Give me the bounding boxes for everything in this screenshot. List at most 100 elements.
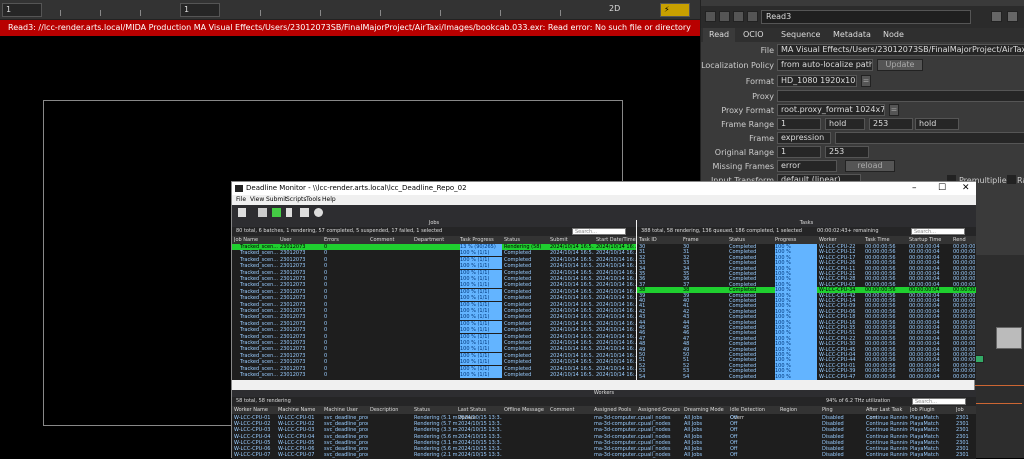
tasks-col-6[interactable]: Startup Time (909, 236, 951, 244)
proxy-format-dropdown[interactable]: root.proxy_format 1024x778 (777, 104, 885, 116)
workers-col-10[interactable]: Dreaming Mode (684, 406, 728, 414)
job-row[interactable]: Tracked_scen... 23012073 0 100 % (1/1) Compl… (232, 359, 636, 366)
job-row[interactable]: Tracked_scen... 23012073 0 100 % (1/1) Compl… (232, 256, 636, 263)
help-icon[interactable] (733, 11, 744, 22)
job-row[interactable]: Tracked_scen... 23012073 0 100 % (1/1) Compl… (232, 282, 636, 289)
node-name-field[interactable]: Read3 (761, 10, 971, 24)
job-row[interactable]: Tracked_scen... 23012073 0 100 % (1/1) Compl… (232, 269, 636, 276)
tab-node[interactable]: Node (877, 28, 910, 42)
maximize-icon[interactable]: ☐ (938, 182, 946, 195)
workers-col-1[interactable]: Machine Name (278, 406, 322, 414)
job-row[interactable]: Tracked_scen... 23012073 0 100 % (1/1) Compl… (232, 301, 636, 308)
tab-read[interactable]: Read (703, 28, 736, 42)
proxy-field[interactable] (777, 90, 1024, 102)
job-row[interactable]: Tracked_scen... 23012073 0 100 % (1/1) Compl… (232, 314, 636, 321)
tab-sequence[interactable]: Sequence (775, 28, 826, 42)
close-icon[interactable] (705, 11, 716, 22)
frame-mode-dropdown[interactable]: expression (777, 132, 831, 144)
zoom-field[interactable]: 1 (180, 3, 220, 17)
tasks-col-3[interactable]: Progress (775, 236, 817, 244)
job-row[interactable]: Tracked_scen... 23012073 0 100 % (1/1) Compl… (232, 308, 636, 314)
job-row[interactable]: Tracked_scen... 23012073 0 100 % (1/1) Compl… (232, 320, 636, 327)
job-row[interactable]: Tracked_scen... 23012073 0 100 % (1/1) Compl… (232, 263, 636, 270)
menu-submit[interactable]: Submit (266, 195, 287, 205)
worker-row[interactable]: W-LCC-CPU-06 W-LCC-CPU-06 svc_deadline_pro… (232, 446, 976, 452)
workers-col-0[interactable]: Worker Name (234, 406, 278, 414)
update-button[interactable]: Update (877, 59, 923, 71)
workers-col-16[interactable]: Job (956, 406, 976, 414)
workers-col-7[interactable]: Comment (550, 406, 592, 414)
job-row[interactable]: Tracked_scen... 23012073 0 100 % (1/1) Compl… (232, 365, 636, 372)
eye-icon[interactable] (719, 11, 730, 22)
workers-col-8[interactable]: Assigned Pools (594, 406, 638, 414)
workers-col-13[interactable]: Ping (822, 406, 864, 414)
jobs-col-6[interactable]: Status (504, 236, 548, 244)
job-row[interactable]: Tracked_scen... 23012073 0 100 % (1/1) Compl… (232, 346, 636, 353)
job-row[interactable]: Tracked_scen... 23012073 0 100 % (1/1) Compl… (232, 352, 636, 359)
jobs-col-5[interactable]: Task Progress (460, 236, 502, 244)
viewer-left-value[interactable]: 1 (2, 3, 42, 17)
frame-range-start[interactable]: 1 (777, 118, 821, 130)
tasks-col-2[interactable]: Status (729, 236, 773, 244)
worker-row[interactable]: W-LCC-CPU-01 W-LCC-CPU-01 svc_deadline_pro… (232, 415, 976, 421)
jobs-search[interactable]: Search... (572, 228, 626, 235)
job-row[interactable]: Tracked_scen... 23012073 0 100 % (1/1) Compl… (232, 250, 636, 257)
frame-range-end[interactable]: 253 (869, 118, 913, 130)
gear-icon[interactable] (314, 208, 323, 217)
tasks-col-7[interactable]: Rend (953, 236, 975, 244)
folder-icon[interactable] (258, 208, 267, 217)
pages-icon[interactable] (300, 208, 309, 217)
bookmark-icon[interactable] (286, 208, 292, 217)
menu-view[interactable]: View (250, 195, 264, 205)
worker-row[interactable]: W-LCC-CPU-04 W-LCC-CPU-04 svc_deadline_pro… (232, 434, 976, 440)
tasks-col-0[interactable]: Task ID (639, 236, 681, 244)
minimize-icon[interactable]: – (912, 182, 917, 195)
workers-col-15[interactable]: Job Plugin (910, 406, 954, 414)
job-row[interactable]: Tracked_scen... 23012073 0 13 % (90/265) Ren… (232, 244, 636, 250)
float-icon[interactable] (991, 11, 1002, 22)
reload-button[interactable]: reload (845, 160, 895, 172)
format-dropdown[interactable]: HD_1080 1920x1080 (777, 75, 857, 87)
tasks-search[interactable]: Search... (911, 228, 965, 235)
hold-after-dropdown[interactable]: hold (915, 118, 959, 130)
menu-scripts[interactable]: Scripts (286, 195, 307, 205)
monitor-icon[interactable] (238, 208, 246, 217)
submit-icon[interactable] (272, 208, 281, 217)
menu-file[interactable]: File (236, 195, 246, 205)
worker-row[interactable]: W-LCC-CPU-03 W-LCC-CPU-03 svc_deadline_pro… (232, 427, 976, 433)
workers-search[interactable]: Search... (912, 398, 966, 405)
workers-col-4[interactable]: Status (414, 406, 458, 414)
hold-before-dropdown[interactable]: hold (825, 118, 865, 130)
lightning-icon[interactable]: ⚡ (660, 3, 690, 17)
task-row[interactable]: 54 54 Completed 100 % W-LCC-CPU-47 00:00:00:5… (637, 373, 976, 380)
graph-node[interactable] (996, 327, 1022, 349)
job-row[interactable]: Tracked_scen... 23012073 0 100 % (1/1) Compl… (232, 340, 636, 346)
tab-ocio[interactable]: OCIO (737, 28, 770, 42)
color-icon[interactable] (747, 11, 758, 22)
jobs-col-2[interactable]: Errors (324, 236, 368, 244)
jobs-col-3[interactable]: Comment (370, 236, 412, 244)
localization-dropdown[interactable]: from auto-localize path (777, 59, 873, 71)
close-icon[interactable]: ✕ (962, 182, 970, 195)
job-row[interactable]: Tracked_scen... 23012073 0 100 % (1/1) Compl… (232, 327, 636, 334)
format-menu-button[interactable]: = (861, 75, 871, 87)
tab-metadata[interactable]: Metadata (827, 28, 877, 42)
workers-col-3[interactable]: Description (370, 406, 412, 414)
job-row[interactable]: Tracked_scen... 23012073 0 100 % (1/1) Compl… (232, 276, 636, 282)
tasks-col-4[interactable]: Worker (819, 236, 863, 244)
worker-row[interactable]: W-LCC-CPU-07 W-LCC-CPU-07 svc_deadline_pro… (232, 452, 976, 458)
original-range-start[interactable]: 1 (777, 146, 821, 158)
job-row[interactable]: Tracked_scen... 23012073 0 100 % (1/1) Compl… (232, 295, 636, 302)
worker-row[interactable]: W-LCC-CPU-05 W-LCC-CPU-05 svc_deadline_pro… (232, 440, 976, 446)
jobs-col-4[interactable]: Department (414, 236, 458, 244)
workers-col-2[interactable]: Machine User (324, 406, 368, 414)
proxy-format-menu-button[interactable]: = (889, 104, 899, 116)
file-field[interactable]: MA Visual Effects/Users/23012073SB/Final… (777, 44, 1024, 56)
frame-expression-field[interactable] (835, 132, 1024, 144)
job-row[interactable]: Tracked_scen... 23012073 0 100 % (1/1) Compl… (232, 333, 636, 340)
tasks-col-1[interactable]: Frame (683, 236, 727, 244)
job-row[interactable]: Tracked_scen... 23012073 0 100 % (1/1) Compl… (232, 288, 636, 295)
tasks-col-5[interactable]: Task Time (865, 236, 907, 244)
job-row[interactable]: Tracked_scen... 23012073 0 100 % (1/1) Compl… (232, 372, 636, 378)
close-panel-icon[interactable] (1007, 11, 1018, 22)
